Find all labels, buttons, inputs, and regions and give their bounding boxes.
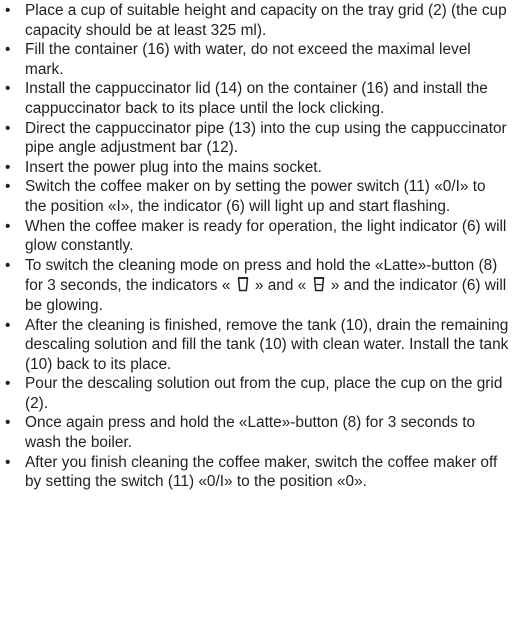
item-text: Place a cup of suitable height and capac… bbox=[25, 2, 507, 39]
list-item: • Fill the container (16) with water, do… bbox=[0, 40, 518, 79]
list-item: • After the cleaning is finished, remove… bbox=[0, 316, 518, 375]
list-item: • After you finish cleaning the coffee m… bbox=[0, 453, 518, 492]
item-text: After the cleaning is finished, remove t… bbox=[25, 316, 509, 373]
bullet: • bbox=[5, 256, 11, 274]
bullet: • bbox=[5, 217, 11, 235]
instruction-page: • Place a cup of suitable height and cap… bbox=[0, 0, 518, 633]
bullet: • bbox=[5, 316, 11, 334]
item-text: Once again press and hold the «Latte»-bu… bbox=[25, 414, 476, 452]
list-item: • Insert the power plug into the mains s… bbox=[0, 158, 518, 178]
item-text: Fill the container (16) with water, do n… bbox=[25, 41, 471, 78]
item-text: When the coffee maker is ready for opera… bbox=[25, 217, 507, 255]
list-item: • To switch the cleaning mode on press a… bbox=[0, 256, 518, 316]
list-item: • Pour the descaling solution out from t… bbox=[0, 374, 518, 413]
item-text: Insert the power plug into the mains soc… bbox=[25, 158, 322, 176]
item-text: After you finish cleaning the coffee mak… bbox=[25, 453, 498, 491]
bullet: • bbox=[5, 375, 11, 393]
bullet: • bbox=[5, 178, 11, 196]
double-cup-icon bbox=[312, 275, 326, 292]
cleaning-instructions-list: • Place a cup of suitable height and cap… bbox=[0, 1, 518, 492]
list-item: • Install the cappuccinator lid (14) on … bbox=[0, 79, 518, 118]
list-item: • Direct the cappuccinator pipe (13) int… bbox=[0, 119, 518, 158]
bullet: • bbox=[5, 414, 11, 432]
item-text: Direct the cappuccinator pipe (13) into … bbox=[25, 119, 507, 157]
list-item: • When the coffee maker is ready for ope… bbox=[0, 217, 518, 256]
item-text: Pour the descaling solution out from the… bbox=[25, 375, 503, 412]
item-text: Install the cappuccinator lid (14) on th… bbox=[25, 80, 488, 117]
list-item: • Once again press and hold the «Latte»-… bbox=[0, 413, 518, 452]
bullet: • bbox=[5, 80, 11, 98]
bullet: • bbox=[5, 453, 11, 471]
bullet: • bbox=[5, 158, 11, 176]
item-text-part: » and « bbox=[254, 277, 307, 295]
bullet: • bbox=[5, 41, 11, 59]
list-item: • Switch the coffee maker on by setting … bbox=[0, 177, 518, 216]
single-cup-icon bbox=[236, 275, 250, 292]
bullet: • bbox=[5, 2, 11, 19]
list-item: • Place a cup of suitable height and cap… bbox=[0, 1, 518, 40]
item-text: Switch the coffee maker on by setting th… bbox=[25, 178, 486, 215]
bullet: • bbox=[5, 119, 11, 137]
